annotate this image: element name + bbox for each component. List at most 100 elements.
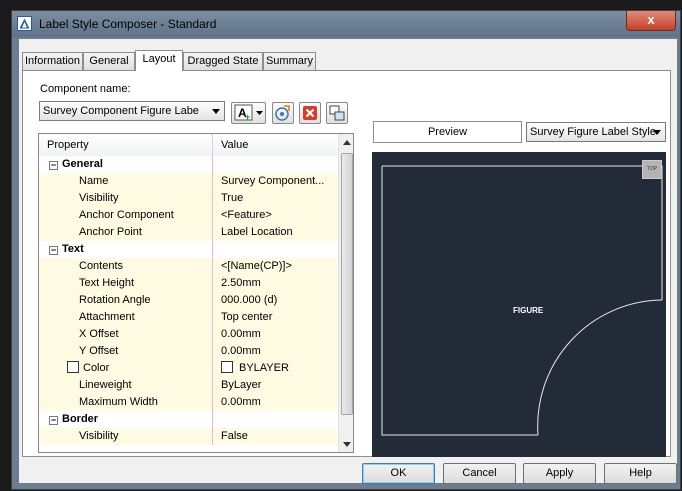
color-checkbox[interactable]	[67, 361, 79, 373]
property-name-cell: Anchor Point	[39, 224, 213, 241]
value-column-header[interactable]: Value	[213, 134, 345, 156]
layout-tab-panel: Component name: Survey Component Figure …	[22, 70, 671, 457]
property-label: Lineweight	[79, 379, 132, 391]
property-value-cell[interactable]: 000.000 (d)	[213, 292, 337, 309]
property-row[interactable]: Anchor Component <Feature>	[39, 207, 337, 224]
property-row[interactable]: Attachment Top center	[39, 309, 337, 326]
viewcube-top-button[interactable]: TOP	[642, 160, 662, 179]
property-value-cell	[213, 411, 337, 428]
property-value-cell[interactable]: BYLAYER	[213, 360, 337, 377]
tab-summary[interactable]: Summary	[263, 52, 316, 70]
title-bar[interactable]: Label Style Composer - Standard x	[12, 11, 680, 37]
property-label: X Offset	[79, 328, 119, 340]
property-name-cell: Color	[39, 360, 213, 377]
property-value-cell[interactable]: Survey Component...	[213, 173, 337, 190]
collapse-icon[interactable]: −	[49, 416, 58, 425]
property-row[interactable]: X Offset 0.00mm	[39, 326, 337, 343]
ok-button[interactable]: OK	[362, 463, 435, 484]
help-button[interactable]: Help	[604, 463, 677, 484]
property-label: Contents	[79, 260, 124, 272]
property-value: Top center	[221, 311, 273, 323]
property-label: Text Height	[79, 277, 135, 289]
apply-button[interactable]: Apply	[523, 463, 596, 484]
property-row[interactable]: Visibility True	[39, 190, 337, 207]
property-value-cell[interactable]: 0.00mm	[213, 343, 337, 360]
property-name-cell: Y Offset	[39, 343, 213, 360]
property-value-cell[interactable]: <Feature>	[213, 207, 337, 224]
property-category-row[interactable]: − Text	[39, 241, 337, 258]
property-value-cell[interactable]: Top center	[213, 309, 337, 326]
chevron-down-icon	[212, 109, 220, 114]
property-label: General	[62, 158, 103, 170]
property-name-cell: Name	[39, 173, 213, 190]
property-label: Maximum Width	[79, 396, 158, 408]
property-value-cell[interactable]: 0.00mm	[213, 394, 337, 411]
close-button[interactable]: x	[626, 11, 676, 31]
tab-dragged-state[interactable]: Dragged State	[183, 52, 263, 70]
property-value-cell[interactable]: False	[213, 428, 337, 445]
property-row[interactable]: Maximum Width 0.00mm	[39, 394, 337, 411]
property-value: <Feature>	[221, 209, 272, 221]
preview-canvas[interactable]: TOP FIGURE	[372, 152, 666, 457]
property-row[interactable]: Color BYLAYER	[39, 360, 337, 377]
property-row[interactable]: Anchor Point Label Location	[39, 224, 337, 241]
property-value-cell[interactable]: <[Name(CP)]>	[213, 258, 337, 275]
property-value-cell[interactable]: True	[213, 190, 337, 207]
property-row[interactable]: Rotation Angle 000.000 (d)	[39, 292, 337, 309]
property-grid-scrollbar[interactable]	[338, 134, 353, 452]
property-row[interactable]: Lineweight ByLayer	[39, 377, 337, 394]
property-name-cell: Visibility	[39, 190, 213, 207]
delete-component-icon	[303, 106, 317, 120]
scroll-thumb[interactable]	[341, 153, 353, 415]
property-value-cell[interactable]: 2.50mm	[213, 275, 337, 292]
close-icon: x	[647, 12, 655, 27]
property-label: Visibility	[79, 430, 119, 442]
draw-order-icon	[329, 105, 345, 121]
property-row[interactable]: Name Survey Component...	[39, 173, 337, 190]
cancel-button[interactable]: Cancel	[443, 463, 516, 484]
property-grid: Property Value − General Name Survey Compon…	[38, 133, 354, 453]
scroll-up-arrow-icon[interactable]	[343, 140, 351, 145]
property-column-header[interactable]: Property	[39, 134, 213, 156]
add-component-button[interactable]: A +	[231, 102, 266, 124]
dialog-client-area: Information General Layout Dragged State…	[19, 39, 677, 484]
property-value-cell[interactable]: ByLayer	[213, 377, 337, 394]
copy-component-button[interactable]	[272, 102, 294, 124]
property-name-cell: Lineweight	[39, 377, 213, 394]
component-name-dropdown[interactable]: Survey Component Figure Labe	[39, 101, 225, 121]
label-style-composer-window: Label Style Composer - Standard x Inform…	[11, 10, 681, 490]
scroll-down-arrow-icon[interactable]	[343, 442, 351, 447]
property-value: True	[221, 192, 244, 204]
component-name-value: Survey Component Figure Labe	[43, 105, 199, 117]
property-value: 0.00mm	[221, 396, 261, 408]
copy-component-icon	[275, 105, 290, 121]
category-name-cell: − Border	[39, 411, 213, 428]
property-value: <[Name(CP)]>	[221, 260, 292, 272]
property-label: Name	[79, 175, 109, 187]
property-label: Visibility	[79, 192, 119, 204]
property-row[interactable]: Text Height 2.50mm	[39, 275, 337, 292]
property-name-cell: Text Height	[39, 275, 213, 292]
property-name-cell: Rotation Angle	[39, 292, 213, 309]
property-value-cell[interactable]: 0.00mm	[213, 326, 337, 343]
tab-general[interactable]: General	[83, 52, 135, 70]
property-name-cell: Anchor Component	[39, 207, 213, 224]
property-value-cell[interactable]: Label Location	[213, 224, 337, 241]
draw-order-button[interactable]	[326, 102, 348, 124]
preview-style-dropdown[interactable]: Survey Figure Label Style	[526, 122, 666, 142]
property-label: Anchor Point	[79, 226, 142, 238]
collapse-icon[interactable]: −	[49, 246, 58, 255]
property-row[interactable]: Y Offset 0.00mm	[39, 343, 337, 360]
delete-component-button[interactable]	[299, 102, 321, 124]
property-row[interactable]: Visibility False	[39, 428, 337, 445]
property-grid-header: Property Value	[39, 134, 337, 157]
property-label: Border	[62, 413, 99, 425]
tab-information[interactable]: Information	[22, 52, 83, 70]
collapse-icon[interactable]: −	[49, 161, 58, 170]
property-category-row[interactable]: − Border	[39, 411, 337, 428]
property-category-row[interactable]: − General	[39, 156, 337, 173]
window-title: Label Style Composer - Standard	[39, 17, 217, 31]
tab-layout[interactable]: Layout	[135, 50, 183, 71]
property-name-cell: Maximum Width	[39, 394, 213, 411]
property-row[interactable]: Contents <[Name(CP)]>	[39, 258, 337, 275]
